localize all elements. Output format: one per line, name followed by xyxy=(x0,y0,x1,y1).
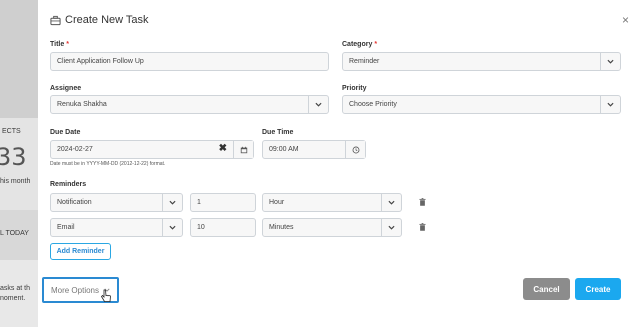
date-format-hint: Date must be in YYYY-MM-DD (2012-12-22) … xyxy=(50,161,166,167)
background-text: his month xyxy=(0,178,31,185)
chevron-down-icon xyxy=(162,219,182,236)
background-text: L TODAY xyxy=(0,230,29,237)
chevron-down-icon xyxy=(162,194,182,211)
category-select[interactable]: Reminder xyxy=(342,52,621,71)
trash-icon[interactable] xyxy=(419,198,426,206)
chevron-down-icon xyxy=(381,194,401,211)
background-text: asks at th xyxy=(0,285,30,292)
due-date-input[interactable]: 2024-02-27 ✖ xyxy=(50,140,254,159)
clear-icon[interactable]: ✖ xyxy=(219,143,227,154)
cancel-button[interactable]: Cancel xyxy=(523,278,570,300)
modal-header: Create New Task xyxy=(50,13,149,27)
chevron-down-icon xyxy=(600,53,620,70)
background-text: noment. xyxy=(0,295,26,302)
background-band xyxy=(0,260,38,327)
reminder-method-select[interactable]: Email xyxy=(50,218,183,237)
reminder-amount-input[interactable]: 1 xyxy=(190,193,256,212)
reminder-method-select[interactable]: Notification xyxy=(50,193,183,212)
chevron-down-icon xyxy=(308,96,328,113)
priority-select[interactable]: Choose Priority xyxy=(342,95,621,114)
reminder-unit-select[interactable]: Minutes xyxy=(262,218,402,237)
reminder-amount-input[interactable]: 10 xyxy=(190,218,256,237)
reminders-label: Reminders xyxy=(50,181,87,188)
chevron-down-icon xyxy=(381,219,401,236)
background-text: ECTS xyxy=(2,128,21,135)
briefcase-icon xyxy=(50,15,61,25)
due-time-label: Due Time xyxy=(262,129,294,136)
hand-cursor-icon xyxy=(100,289,111,302)
assignee-select[interactable]: Renuka Shakha xyxy=(50,95,329,114)
create-task-modal: Create New Task × Title * Client Applicat… xyxy=(38,0,643,327)
close-icon[interactable]: × xyxy=(622,13,629,27)
title-input[interactable]: Client Application Follow Up xyxy=(50,52,329,71)
background-number: 33 xyxy=(0,143,27,171)
modal-title: Create New Task xyxy=(65,14,149,26)
required-mark: * xyxy=(374,41,378,48)
trash-icon[interactable] xyxy=(419,223,426,231)
chevron-down-icon xyxy=(600,96,620,113)
background-band xyxy=(0,0,38,118)
title-label: Title * xyxy=(50,41,69,48)
reminder-unit-select[interactable]: Hour xyxy=(262,193,402,212)
calendar-icon[interactable] xyxy=(233,141,253,158)
assignee-label: Assignee xyxy=(50,85,82,92)
background-page: ECTS 33 his month L TODAY asks at th nom… xyxy=(0,0,38,327)
due-date-label: Due Date xyxy=(50,129,81,136)
due-time-input[interactable]: 09:00 AM xyxy=(262,140,366,159)
create-button[interactable]: Create xyxy=(575,278,621,300)
clock-icon[interactable] xyxy=(345,141,365,158)
add-reminder-button[interactable]: Add Reminder xyxy=(50,243,111,260)
required-mark: * xyxy=(66,41,69,48)
category-label: Category * xyxy=(342,41,378,48)
priority-label: Priority xyxy=(342,85,367,92)
